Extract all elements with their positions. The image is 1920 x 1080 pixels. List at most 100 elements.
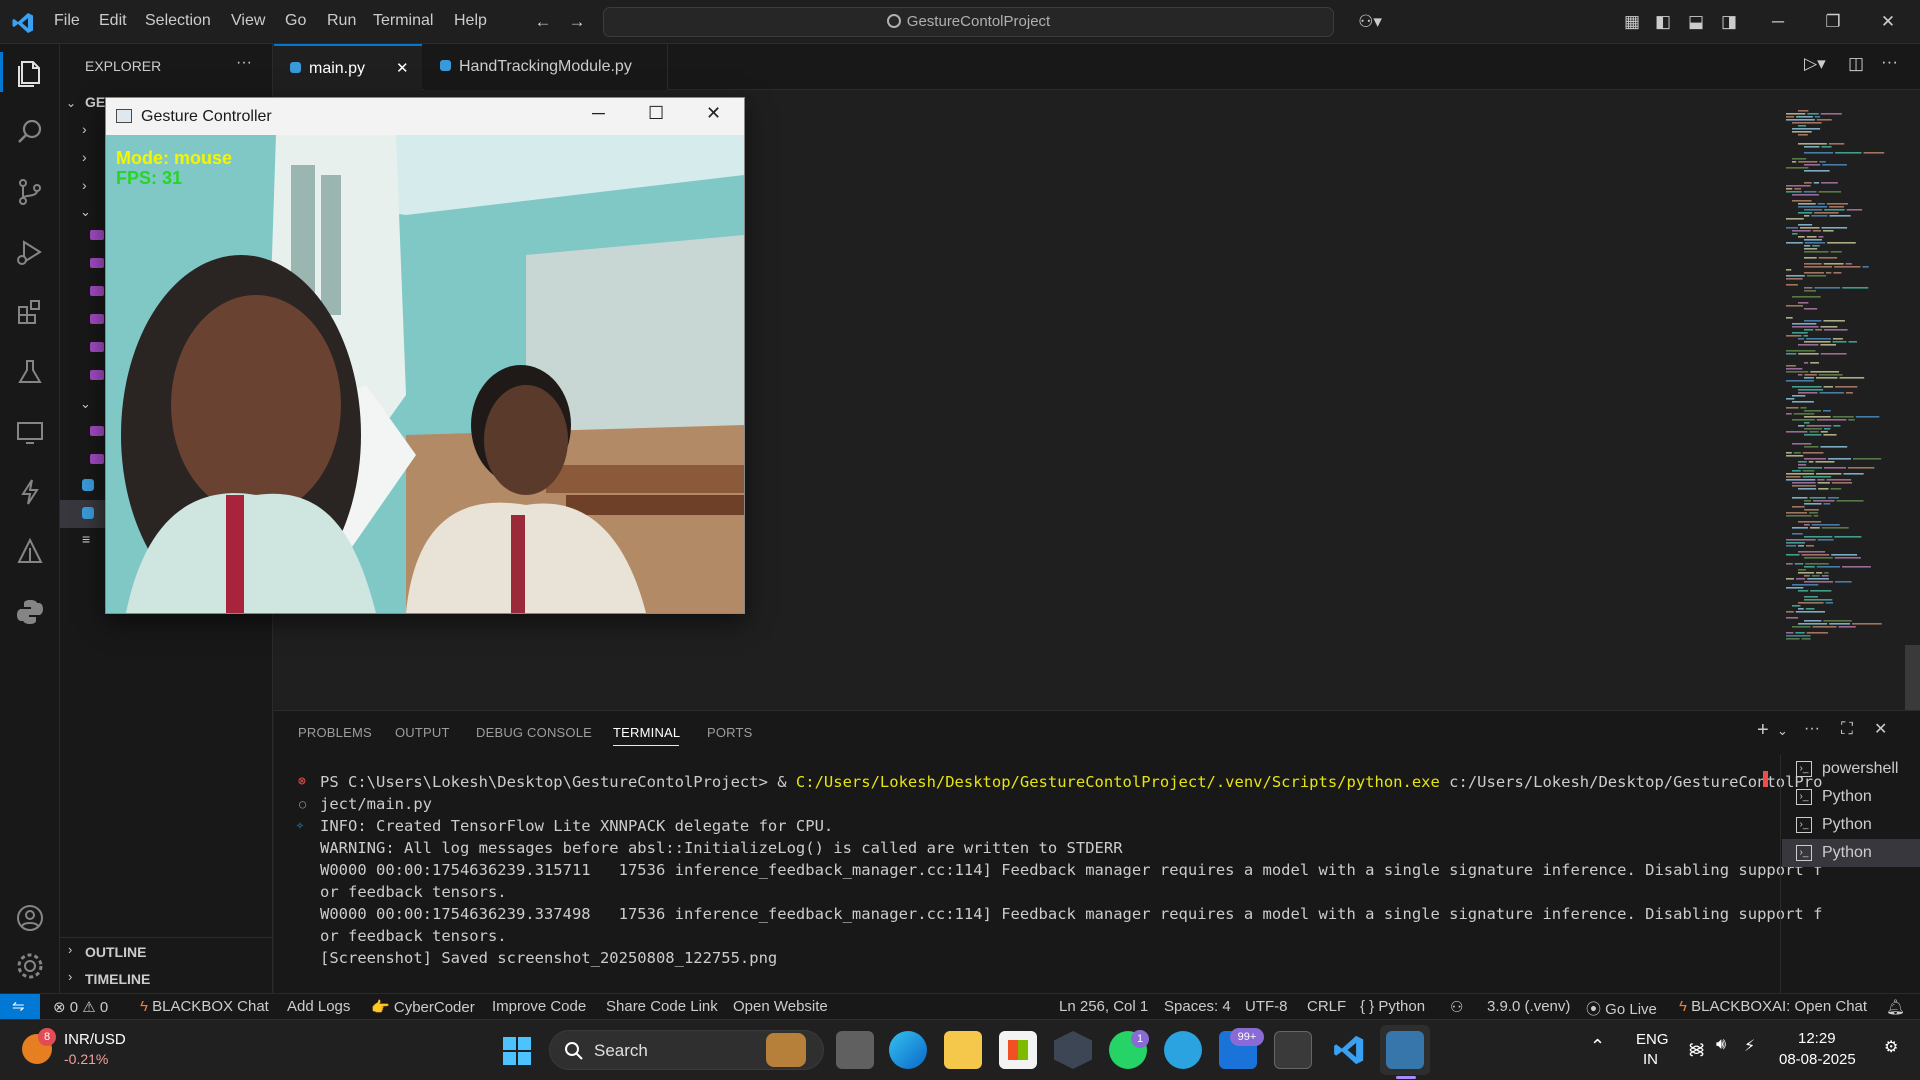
lightning-icon[interactable] — [12, 474, 48, 510]
tree-chevron-down-icon[interactable]: ⌄ — [80, 396, 91, 412]
timeline-chevron-icon[interactable]: › — [68, 969, 72, 984]
unity-hexagon-icon[interactable] — [1054, 1031, 1092, 1069]
tab-close-icon[interactable]: ✕ — [396, 46, 409, 92]
tab-main-py[interactable]: main.py ✕ — [274, 44, 422, 90]
menu-view[interactable]: View — [231, 12, 265, 30]
account-icon[interactable] — [12, 900, 48, 936]
terminal-output[interactable]: ⊗ PS C:\Users\Lokesh\Desktop\GestureCont… — [296, 771, 1822, 991]
ticker-name[interactable]: INR/USD — [64, 1031, 126, 1048]
taskbar-search-box[interactable]: Search — [549, 1030, 824, 1070]
end-of-line[interactable]: CRLF — [1307, 998, 1346, 1015]
terminal-list-item[interactable]: ›_ powershell — [1782, 755, 1920, 783]
go-live-button[interactable]: ⦿ Go Live — [1586, 998, 1657, 1019]
toggle-sidebar-icon[interactable]: ◧ — [1651, 10, 1675, 34]
tree-chevron-icon[interactable]: › — [82, 149, 87, 165]
menu-terminal[interactable]: Terminal — [373, 12, 433, 30]
explorer-icon[interactable] — [12, 54, 48, 90]
forward-arrow-icon[interactable]: → — [565, 10, 589, 34]
testing-flask-icon[interactable] — [12, 354, 48, 390]
battery-icon[interactable]: ⚡︎ — [1744, 1036, 1755, 1056]
tree-chevron-icon[interactable]: › — [82, 121, 87, 137]
copilot-status-icon[interactable]: ⚇ — [1450, 998, 1463, 1016]
terminal-list-item[interactable]: ›_ Python — [1782, 811, 1920, 839]
run-debug-icon[interactable] — [12, 234, 48, 270]
gesture-controller-window[interactable]: Gesture Controller ─ ☐ ✕ Mode: mouse FPS… — [105, 97, 745, 614]
maximize-icon[interactable]: ☐ — [648, 103, 664, 124]
image-file-icon[interactable] — [90, 230, 104, 240]
indentation[interactable]: Spaces: 4 — [1164, 998, 1231, 1015]
menu-go[interactable]: Go — [285, 12, 306, 30]
open-website-button[interactable]: Open Website — [733, 998, 828, 1015]
terminal-list-item[interactable]: ›_ Python — [1782, 783, 1920, 811]
wifi-icon[interactable]: ᯼ — [1688, 1037, 1705, 1059]
language-mode[interactable]: { } Python — [1360, 998, 1425, 1015]
notifications-bell-icon[interactable]: 🔔︎ — [1886, 998, 1905, 1016]
editor-scrollbar-thumb[interactable] — [1905, 645, 1920, 710]
image-file-icon[interactable] — [90, 286, 104, 296]
terminal-list-item-active[interactable]: ›_ Python — [1782, 839, 1920, 867]
minimize-window-icon[interactable]: ─ — [1766, 10, 1790, 34]
python-interpreter[interactable]: 3.9.0 (.venv) — [1487, 998, 1570, 1015]
terminal-app-icon[interactable] — [1274, 1031, 1312, 1069]
menu-selection[interactable]: Selection — [145, 12, 211, 30]
clock-time[interactable]: 12:29 — [1798, 1030, 1836, 1047]
toggle-secondary-sidebar-icon[interactable]: ◨ — [1717, 10, 1741, 34]
notification-center-icon[interactable]: ⚙︎ — [1884, 1037, 1898, 1057]
vscode-logo-icon[interactable] — [11, 11, 35, 35]
editor-more-actions-icon[interactable]: ··· — [1881, 52, 1898, 72]
minimize-icon[interactable]: ─ — [592, 103, 605, 124]
minimap[interactable] — [1786, 110, 1906, 640]
panel-more-icon[interactable]: ··· — [1804, 720, 1820, 738]
tab-ports[interactable]: PORTS — [707, 725, 753, 740]
tree-chevron-icon[interactable]: › — [82, 177, 87, 193]
new-terminal-icon[interactable]: + — [1757, 719, 1769, 742]
settings-gear-icon[interactable] — [12, 948, 48, 984]
image-file-icon[interactable] — [90, 342, 104, 352]
close-window-icon[interactable]: ✕ — [1876, 10, 1900, 34]
encoding[interactable]: UTF-8 — [1245, 998, 1288, 1015]
explorer-more-icon[interactable]: ··· — [236, 54, 252, 72]
vscode-taskbar-icon[interactable] — [1332, 1033, 1366, 1067]
command-center-search[interactable]: GestureContolProject — [603, 7, 1334, 37]
search-icon[interactable] — [12, 114, 48, 150]
show-hidden-icons-icon[interactable]: ⌃ — [1590, 1036, 1605, 1057]
outline-section[interactable]: OUTLINE — [85, 944, 146, 960]
close-panel-icon[interactable]: ✕ — [1874, 719, 1887, 739]
image-file-icon[interactable] — [90, 454, 104, 464]
microsoft-store-icon[interactable] — [999, 1031, 1037, 1069]
python-file-icon[interactable] — [82, 507, 94, 519]
blackbox-triangle-icon[interactable] — [12, 534, 48, 570]
blackbox-chat-button[interactable]: ϟ BLACKBOX Chat — [140, 998, 269, 1015]
tree-chevron-down-icon[interactable]: ⌄ — [80, 204, 91, 220]
clock-date[interactable]: 08-08-2025 — [1779, 1051, 1856, 1068]
tab-handtracking-module[interactable]: HandTrackingModule.py — [424, 44, 668, 90]
remote-indicator[interactable]: ⇋ — [0, 994, 40, 1020]
language-region[interactable]: IN — [1643, 1051, 1658, 1068]
toggle-panel-icon[interactable]: ⬓ — [1684, 10, 1708, 34]
tab-problems[interactable]: PROBLEMS — [298, 725, 372, 740]
task-view-icon[interactable] — [836, 1031, 874, 1069]
python-file-icon[interactable] — [82, 479, 94, 491]
close-icon[interactable]: ✕ — [706, 103, 721, 124]
menu-help[interactable]: Help — [454, 12, 487, 30]
share-code-link-button[interactable]: Share Code Link — [606, 998, 718, 1015]
python-app-icon[interactable] — [1386, 1031, 1424, 1069]
telegram-icon[interactable] — [1164, 1031, 1202, 1069]
outline-chevron-icon[interactable]: › — [68, 942, 72, 957]
file-explorer-icon[interactable] — [944, 1031, 982, 1069]
menu-file[interactable]: File — [54, 12, 80, 30]
language-eng[interactable]: ENG — [1636, 1031, 1669, 1048]
windows-start-icon[interactable] — [502, 1036, 532, 1066]
edge-browser-icon[interactable] — [889, 1031, 927, 1069]
image-file-icon[interactable] — [90, 258, 104, 268]
menu-edit[interactable]: Edit — [99, 12, 127, 30]
extensions-icon[interactable] — [12, 294, 48, 330]
copilot-icon[interactable]: ⚇▾ — [1352, 10, 1388, 34]
run-python-file-icon[interactable]: ▷▾ — [1804, 54, 1826, 74]
tab-debug-console[interactable]: DEBUG CONSOLE — [476, 725, 592, 740]
folder-chevron-icon[interactable]: ⌄ — [66, 96, 76, 110]
terminal-dropdown-icon[interactable]: ⌄ — [1777, 723, 1788, 739]
remote-explorer-icon[interactable] — [12, 414, 48, 450]
tab-terminal[interactable]: TERMINAL — [613, 725, 680, 740]
source-control-icon[interactable] — [12, 174, 48, 210]
